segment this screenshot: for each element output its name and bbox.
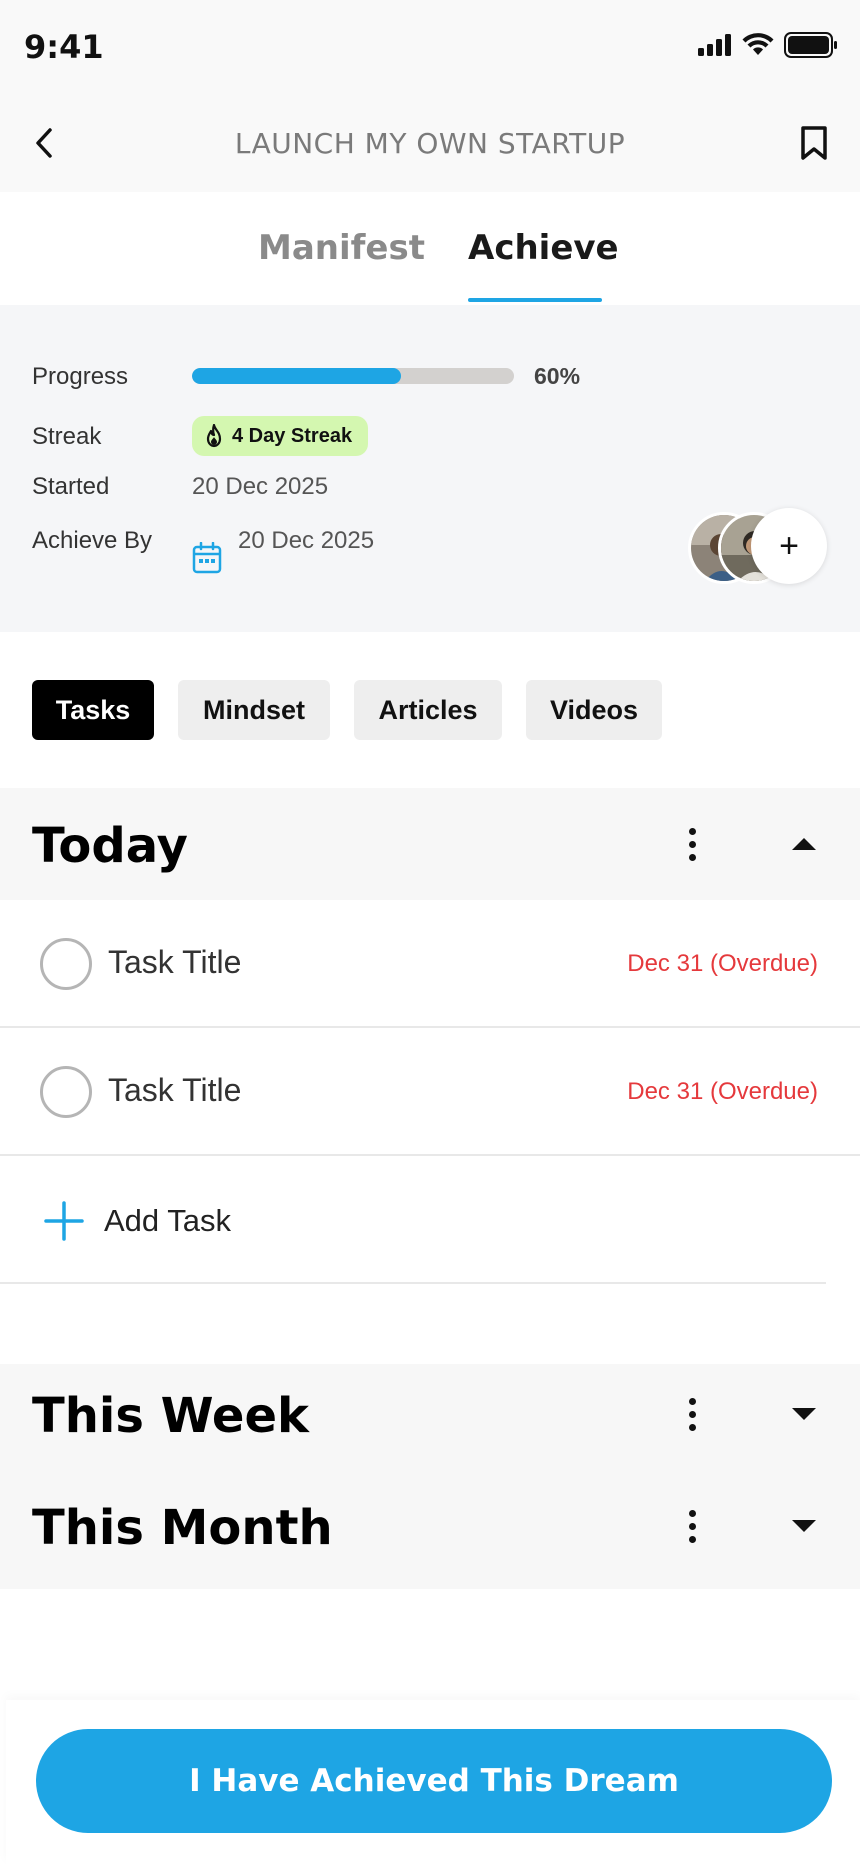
member-avatars: + (688, 508, 828, 584)
streak-badge: 4 Day Streak (192, 416, 369, 456)
progress-percent: 60% (534, 363, 581, 389)
streak-badge-text: 4 Day Streak (232, 424, 353, 447)
add-task-label: Add Task (104, 1203, 231, 1238)
progress-label: Progress (32, 363, 129, 390)
page-title: LAUNCH MY OWN STARTUP (234, 127, 626, 160)
status-time: 9:41 (24, 28, 104, 66)
tab-manifest[interactable]: Manifest (258, 228, 425, 268)
status-icons (698, 32, 838, 58)
achieve-by-date[interactable]: 20 Dec 2025 (238, 527, 374, 555)
content-filter-row: Tasks Mindset Articles Videos (0, 632, 860, 788)
more-options-icon[interactable] (678, 1390, 706, 1438)
goal-info-panel: Progress 60% Streak 4 Day Streak Started… (0, 305, 860, 632)
battery-icon (784, 32, 837, 58)
section-today: Today (0, 788, 860, 900)
plus-icon (44, 1201, 84, 1246)
add-task-button[interactable]: Add Task (0, 1157, 826, 1284)
bookmark-icon (801, 126, 827, 160)
calendar-icon[interactable] (192, 541, 222, 579)
more-options-icon[interactable] (678, 1502, 706, 1550)
nav-bar: LAUNCH MY OWN STARTUP (0, 95, 860, 192)
filter-articles[interactable]: Articles (354, 680, 502, 740)
expand-icon[interactable] (790, 1512, 818, 1540)
wifi-icon (742, 33, 774, 55)
task-row[interactable]: Task Title Dec 31 (Overdue) (0, 900, 860, 1028)
progress-bar (192, 368, 514, 384)
task-checkbox[interactable] (40, 1066, 92, 1118)
section-title: This Month (32, 1500, 333, 1556)
started-date: 20 Dec 2025 (192, 473, 329, 500)
section-later: This Week This Month (0, 1364, 860, 1589)
filter-mindset[interactable]: Mindset (178, 680, 330, 740)
flame-icon (206, 424, 222, 448)
streak-label: Streak (32, 423, 102, 450)
section-title: This Week (32, 1388, 309, 1444)
collapse-icon[interactable] (790, 830, 818, 858)
task-title: Task Title (108, 944, 242, 980)
achieve-by-label: Achieve By (32, 527, 153, 554)
task-due-date: Dec 31 (Overdue) (627, 950, 818, 977)
task-title: Task Title (108, 1072, 242, 1108)
filter-videos[interactable]: Videos (526, 680, 662, 740)
signal-icon (698, 34, 731, 56)
tab-bar: Manifest Achieve (0, 192, 860, 305)
more-options-icon[interactable] (678, 820, 706, 868)
bookmark-button[interactable] (794, 123, 834, 163)
filter-tasks[interactable]: Tasks (32, 680, 154, 740)
task-row[interactable]: Task Title Dec 31 (Overdue) (0, 1028, 860, 1156)
task-checkbox[interactable] (40, 938, 92, 990)
achieved-dream-button[interactable]: I Have Achieved This Dream (36, 1729, 832, 1833)
task-due-date: Dec 31 (Overdue) (627, 1078, 818, 1105)
active-tab-indicator (468, 298, 602, 302)
tab-achieve[interactable]: Achieve (468, 228, 619, 268)
section-title: Today (32, 818, 188, 874)
progress-bar-fill (192, 368, 402, 384)
started-label: Started (32, 473, 110, 500)
expand-icon[interactable] (790, 1400, 818, 1428)
add-member-button[interactable]: + (751, 508, 827, 584)
status-bar: 9:41 (0, 0, 860, 95)
